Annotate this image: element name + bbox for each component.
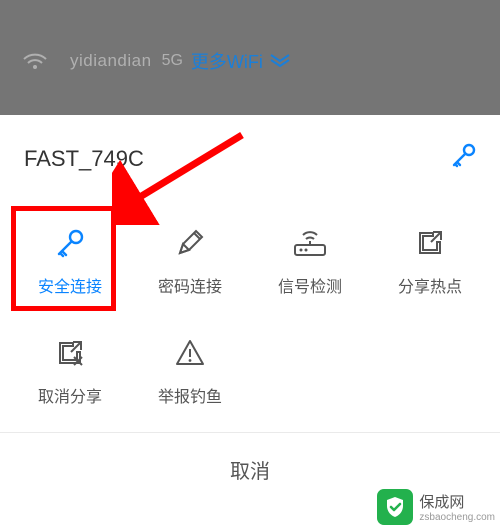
watermark-logo: [377, 489, 413, 525]
tile-password-connect[interactable]: 密码连接: [130, 206, 250, 316]
action-grid: 安全连接 密码连接 信号检测 分享热点 取消分享: [0, 200, 500, 430]
backdrop-band: 5G: [162, 52, 183, 70]
backdrop-wifi-row: yidiandian 5G 更多WiFi: [0, 0, 500, 74]
more-wifi-label: 更多WiFi: [191, 48, 263, 74]
tile-label: 信号检测: [278, 273, 342, 297]
tile-label: 举报钓鱼: [158, 383, 222, 407]
watermark-domain: zsbaocheng.com: [419, 512, 495, 523]
sheet-title: FAST_749C: [24, 146, 144, 172]
wifi-action-sheet: FAST_749C 安全连接 密码连接 信号检测: [0, 115, 500, 506]
dimmed-backdrop: yidiandian 5G 更多WiFi: [0, 0, 500, 115]
tile-label: 分享热点: [398, 273, 462, 297]
tile-secure-connect[interactable]: 安全连接: [10, 206, 130, 316]
more-wifi-link[interactable]: 更多WiFi: [191, 48, 291, 74]
pencil-icon: [174, 225, 206, 261]
watermark-title: 保成网: [419, 491, 495, 512]
backdrop-ssid: yidiandian: [70, 51, 152, 71]
warning-icon: [174, 335, 206, 371]
tile-share-hotspot[interactable]: 分享热点: [370, 206, 490, 316]
chevron-down-icon: [269, 51, 291, 72]
watermark: 保成网 zsbaocheng.com: [377, 489, 495, 525]
tile-label: 密码连接: [158, 273, 222, 297]
tile-report-phishing[interactable]: 举报钓鱼: [130, 316, 250, 426]
cancel-label: 取消: [230, 461, 270, 483]
tile-signal-test[interactable]: 信号检测: [250, 206, 370, 316]
tile-label: 取消分享: [38, 383, 102, 407]
sheet-header: FAST_749C: [0, 115, 500, 200]
key-icon: [450, 143, 476, 174]
wifi-icon: [22, 51, 48, 71]
watermark-text: 保成网 zsbaocheng.com: [419, 491, 495, 523]
router-icon: [291, 225, 329, 261]
share-out-icon: [415, 225, 445, 261]
tile-cancel-share[interactable]: 取消分享: [10, 316, 130, 426]
share-cancel-icon: [55, 335, 85, 371]
key-icon: [54, 225, 86, 261]
tile-label: 安全连接: [38, 273, 102, 297]
